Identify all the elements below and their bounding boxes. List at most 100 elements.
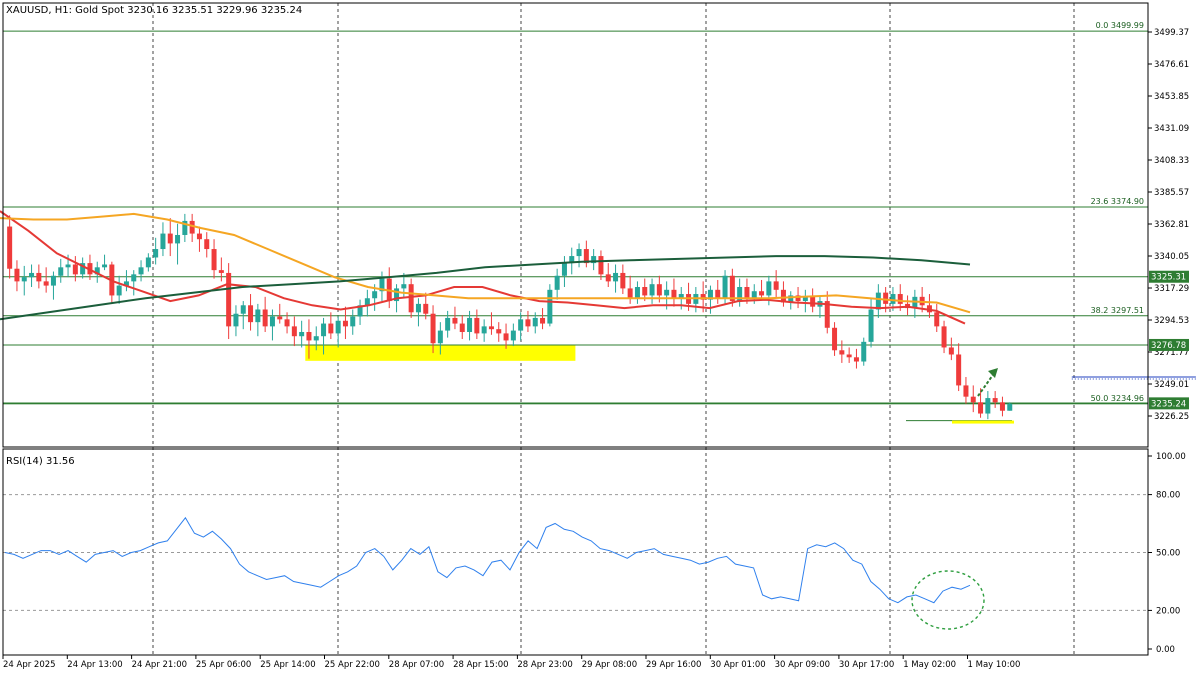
candle-body	[525, 319, 531, 327]
candle-body	[255, 309, 261, 323]
candle-body	[620, 272, 626, 289]
candle-body	[321, 323, 327, 337]
candle-body	[897, 294, 903, 304]
candle-body	[43, 281, 49, 286]
symbol-info-label: XAUUSD, H1: Gold Spot 3230.16 3235.51 32…	[6, 5, 302, 16]
x-axis-tick-label: 30 Apr 09:00	[775, 660, 830, 670]
x-axis-tick-label: 24 Apr 13:00	[67, 660, 122, 670]
candle-body	[335, 320, 341, 334]
candle-body	[218, 270, 224, 273]
candle-body	[50, 275, 56, 286]
candle-body	[642, 287, 648, 296]
candle-body	[204, 239, 210, 250]
y-axis-tick-label: 3226.25	[1154, 412, 1189, 422]
x-axis-tick-label: 1 May 10:00	[968, 660, 1021, 670]
candle-body	[481, 326, 487, 334]
candle-body	[634, 287, 640, 299]
candle-body	[467, 317, 473, 332]
candle-body	[890, 294, 896, 304]
candle-body	[868, 309, 874, 342]
candle-body	[883, 292, 889, 304]
candle-body	[510, 330, 516, 341]
candle-body	[328, 323, 334, 334]
candle-body	[291, 326, 297, 337]
candle-body	[503, 333, 509, 341]
y-axis-tick-label: 3362.81	[1154, 220, 1189, 230]
candle-body	[131, 274, 137, 282]
candle-body	[313, 336, 319, 341]
candle-body	[810, 296, 816, 307]
x-axis-tick-label: 24 Apr 21:00	[132, 660, 187, 670]
candle-body	[284, 319, 290, 327]
candle-body	[540, 317, 546, 324]
candle-body	[978, 402, 984, 414]
candle-body	[65, 264, 71, 268]
candle-body	[751, 291, 757, 299]
candle-body	[664, 289, 670, 296]
candle-body	[766, 281, 772, 296]
candle-body	[759, 291, 765, 296]
candle-body	[671, 289, 677, 299]
candle-body	[773, 281, 779, 290]
rsi-axis-tick-label: 50.00	[1156, 549, 1180, 559]
x-axis-tick-label: 25 Apr 22:00	[325, 660, 380, 670]
candle-body	[554, 275, 560, 290]
candle-body	[211, 249, 217, 271]
candle-body	[547, 289, 553, 324]
price-tag-label: 3325.31	[1151, 273, 1186, 283]
y-axis-tick-label: 3431.09	[1154, 124, 1189, 134]
candle-body	[956, 354, 962, 386]
y-axis-tick-label: 3249.01	[1154, 380, 1189, 390]
fib-level-label: 38.2 3297.51	[1091, 306, 1144, 315]
candle-body	[299, 331, 305, 337]
candle-body	[532, 317, 538, 327]
candle-body	[1007, 403, 1013, 411]
candle-body	[474, 317, 480, 334]
y-axis-tick-label: 3385.57	[1154, 188, 1189, 198]
candle-body	[999, 402, 1005, 411]
candle-body	[233, 313, 239, 327]
candle-body	[985, 398, 991, 414]
candle-body	[744, 287, 750, 299]
candle-body	[364, 298, 370, 306]
candle-body	[196, 233, 202, 240]
x-axis-tick-label: 25 Apr 06:00	[196, 660, 251, 670]
candle-body	[459, 323, 465, 332]
candle-body	[138, 267, 144, 275]
candle-body	[248, 305, 254, 323]
candle-body	[437, 330, 443, 344]
candle-body	[839, 350, 845, 355]
rsi-axis-tick-label: 100.00	[1156, 452, 1186, 462]
candle-body	[452, 317, 458, 324]
candle-body	[934, 312, 940, 327]
y-axis-tick-label: 3499.37	[1154, 28, 1189, 38]
candle-body	[306, 331, 312, 341]
low-marker-highlight	[952, 420, 1014, 424]
candle-body	[277, 316, 283, 320]
candle-body	[269, 316, 275, 327]
rsi-axis-tick-label: 0.00	[1156, 645, 1175, 655]
candle-body	[445, 317, 451, 331]
x-axis-tick-label: 24 Apr 2025	[3, 660, 56, 670]
candle-body	[649, 284, 655, 296]
candle-body	[408, 284, 414, 313]
y-axis-tick-label: 3294.53	[1154, 316, 1189, 326]
x-axis-tick-label: 28 Apr 07:00	[389, 660, 444, 670]
y-axis-tick-label: 3453.85	[1154, 92, 1189, 102]
candle-body	[72, 264, 78, 275]
chart-canvas: 0.0 3499.99 23.6 3374.90 38.2 3297.51 50.0 …	[0, 0, 1200, 675]
candle-body	[145, 257, 151, 268]
x-axis-tick-label: 28 Apr 15:00	[453, 660, 508, 670]
rsi-axis-tick-label: 20.00	[1156, 606, 1180, 616]
y-axis-tick-label: 3340.05	[1154, 252, 1189, 262]
candle-body	[853, 357, 859, 362]
fib-level-label: 50.0 3234.96	[1091, 394, 1144, 403]
candle-body	[372, 291, 378, 299]
y-axis-tick-label: 3317.29	[1154, 284, 1189, 294]
candle-body	[116, 285, 122, 296]
candle-body	[627, 288, 633, 299]
x-axis-tick-label: 1 May 02:00	[903, 660, 956, 670]
candle-body	[948, 347, 954, 355]
x-axis-tick-label: 30 Apr 17:00	[839, 660, 894, 670]
candle-body	[240, 305, 246, 314]
